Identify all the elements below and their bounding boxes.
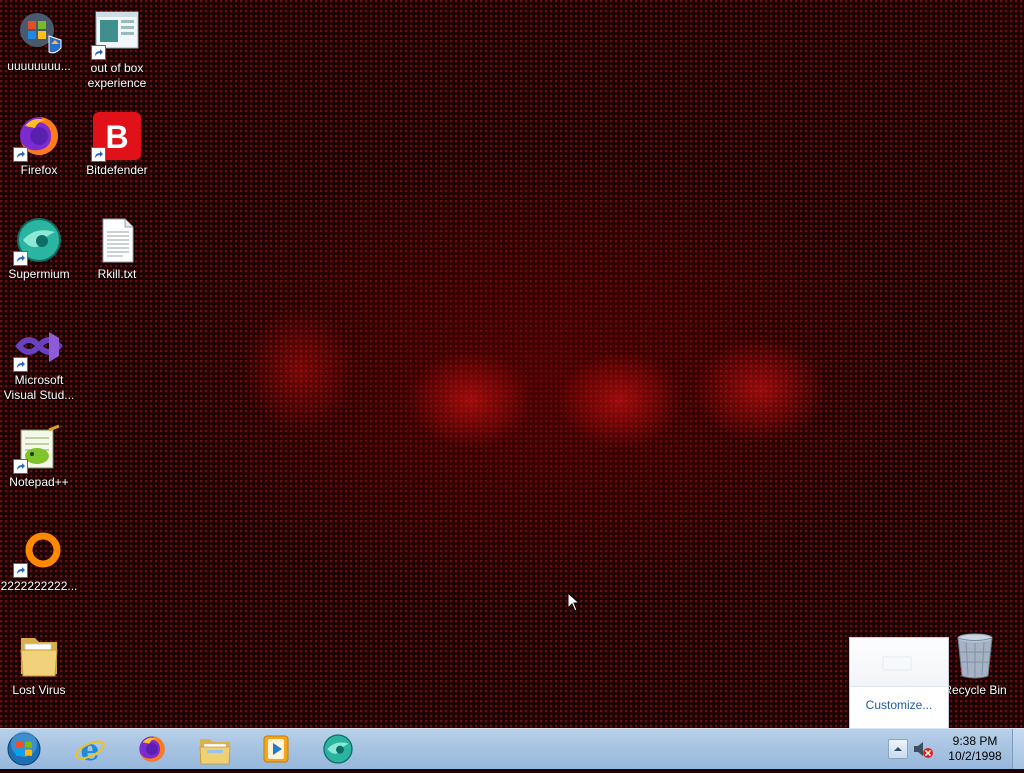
firefox-icon — [139, 736, 165, 762]
mouse-cursor-icon — [567, 591, 581, 617]
clock-time: 9:38 PM — [952, 734, 998, 748]
desktop-icon-rkill-txt[interactable]: Rkill.txt — [78, 216, 156, 282]
taskbar-windows-explorer[interactable] — [188, 731, 240, 767]
taskbar-supermium[interactable] — [312, 731, 364, 767]
desktop-icon-bitdefender[interactable]: B Bitdefender — [78, 112, 156, 178]
desktop-icon-firefox[interactable]: Firefox — [0, 112, 78, 178]
shortcut-arrow-icon — [13, 147, 28, 162]
bitdefender-icon: B — [91, 112, 141, 162]
file-explorer-icon — [199, 739, 231, 765]
desktop[interactable]: uuuuuuuu... out of box experience Firefo… — [0, 0, 1024, 728]
supermium-icon — [323, 734, 353, 764]
shortcut-arrow-icon — [13, 251, 28, 266]
taskbar-firefox[interactable] — [126, 731, 178, 767]
desktop-icon-label: Supermium — [8, 267, 70, 281]
start-button[interactable] — [4, 730, 44, 768]
desktop-icon-label: Lost Virus — [12, 683, 66, 697]
desktop-icon-label: Firefox — [20, 163, 58, 177]
desktop-icon-2222222222[interactable]: 2222222222... — [0, 528, 78, 594]
desktop-icon-supermium[interactable]: Supermium — [0, 216, 78, 282]
text-file-icon — [93, 216, 141, 264]
hidden-tray-icons-area — [850, 638, 948, 687]
notification-overflow-popup: Customize... — [849, 637, 949, 729]
volume-muted-icon — [914, 742, 933, 758]
desktop-icon-label: Rkill.txt — [97, 267, 137, 281]
taskbar: e 9:38 PM 10/2/1998 — [0, 728, 1024, 769]
clock[interactable]: 9:38 PM 10/2/1998 — [940, 734, 1010, 764]
volume-button[interactable] — [912, 739, 934, 759]
shortcut-arrow-icon — [13, 459, 28, 474]
clock-date: 10/2/1998 — [948, 749, 1002, 763]
shortcut-arrow-icon — [13, 563, 28, 578]
shortcut-arrow-icon — [13, 357, 28, 372]
media-player-icon — [263, 735, 289, 763]
internet-explorer-icon: e — [75, 733, 105, 765]
taskbar-windows-media-player[interactable] — [250, 731, 302, 767]
show-hidden-icons-button[interactable] — [888, 739, 908, 759]
show-desktop-button[interactable] — [1012, 729, 1024, 769]
desktop-icon-label: Notepad++ — [9, 475, 69, 489]
desktop-icon-label: Bitdefender — [86, 163, 148, 177]
recycle-bin-icon — [951, 632, 999, 680]
desktop-icon-label: uuuuuuuu... — [7, 59, 71, 73]
folder-icon — [15, 632, 63, 680]
firefox-icon — [13, 112, 63, 162]
taskbar-internet-explorer[interactable]: e — [64, 731, 116, 767]
desktop-icon-visual-studio[interactable]: Microsoft Visual Stud... — [0, 326, 78, 403]
desktop-icon-label: Microsoft Visual Stud... — [3, 373, 75, 402]
svg-text:e: e — [80, 733, 99, 765]
windows-update-icon — [15, 8, 63, 56]
desktop-icon-label: out of box experience — [87, 61, 147, 90]
notepad-plus-plus-icon — [13, 424, 63, 474]
oobe-window-icon — [91, 10, 141, 60]
desktop-icon-notepad-plus-plus[interactable]: Notepad++ — [0, 424, 78, 490]
desktop-icon-label: 2222222222... — [0, 579, 78, 593]
svg-text:B: B — [105, 119, 128, 155]
shortcut-arrow-icon — [91, 45, 106, 60]
visual-studio-icon — [13, 326, 63, 372]
chevron-up-icon — [894, 747, 902, 751]
customize-link[interactable]: Customize... — [850, 698, 948, 712]
desktop-icon-windows-update[interactable]: uuuuuuuu... — [0, 8, 78, 74]
supermium-icon — [13, 216, 63, 266]
windows-start-orb-icon — [7, 731, 41, 766]
desktop-icon-out-of-box-experience[interactable]: out of box experience — [78, 10, 156, 91]
shortcut-arrow-icon — [91, 147, 106, 162]
orange-ring-icon — [13, 528, 63, 578]
desktop-icon-lost-virus[interactable]: Lost Virus — [0, 632, 78, 698]
